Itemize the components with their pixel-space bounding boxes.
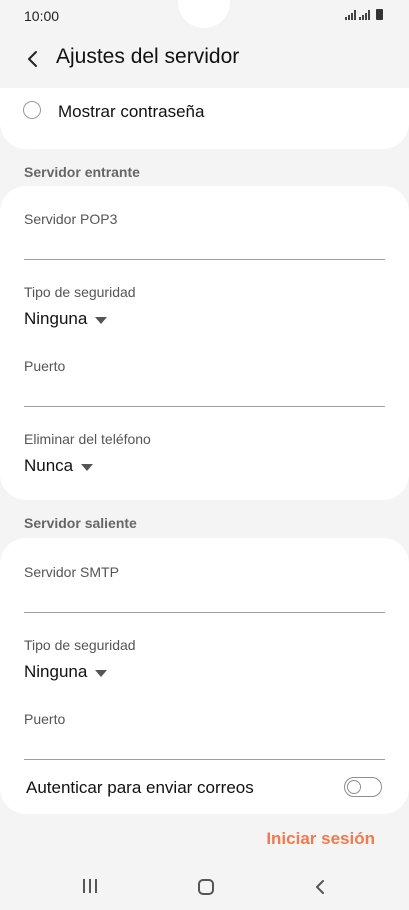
incoming-security-label: Tipo de seguridad xyxy=(24,284,136,300)
outgoing-port-input[interactable] xyxy=(24,733,385,760)
outgoing-security-value: Ninguna xyxy=(24,662,88,681)
auth-send-toggle[interactable] xyxy=(344,777,382,797)
status-icons xyxy=(345,9,383,20)
pop3-server-label: Servidor POP3 xyxy=(24,211,118,227)
auth-send-label: Autenticar para enviar correos xyxy=(26,778,254,797)
navigation-bar xyxy=(0,862,409,910)
recent-apps-icon[interactable] xyxy=(83,879,97,893)
delete-from-phone-label: Eliminar del teléfono xyxy=(24,431,151,447)
sign-in-button[interactable]: Iniciar sesión xyxy=(266,829,375,849)
back-icon[interactable] xyxy=(313,877,327,897)
chevron-left-icon xyxy=(28,51,37,67)
delete-from-phone-value: Nunca xyxy=(24,456,74,475)
home-icon[interactable] xyxy=(198,879,214,895)
camera-notch xyxy=(178,0,230,28)
delete-from-phone-dropdown[interactable]: Nunca xyxy=(24,456,94,476)
show-password-card: Mostrar contraseña xyxy=(0,88,409,149)
battery-icon xyxy=(376,9,383,20)
show-password-label[interactable]: Mostrar contraseña xyxy=(58,102,204,122)
signal-icon xyxy=(345,10,356,20)
outgoing-section-header: Servidor saliente xyxy=(24,515,137,531)
outgoing-security-label: Tipo de seguridad xyxy=(24,637,136,653)
back-button[interactable] xyxy=(22,46,46,72)
incoming-security-dropdown[interactable]: Ninguna xyxy=(24,309,108,329)
incoming-server-card: Servidor POP3 Tipo de seguridad Ninguna … xyxy=(0,186,409,500)
pop3-server-input[interactable] xyxy=(24,233,385,260)
caret-down-icon xyxy=(95,669,108,677)
smtp-server-input[interactable] xyxy=(24,586,385,613)
outgoing-server-card: Servidor SMTP Tipo de seguridad Ninguna … xyxy=(0,538,409,814)
incoming-security-value: Ninguna xyxy=(24,309,88,328)
app-bar: Ajustes del servidor xyxy=(0,32,409,88)
status-time: 10:00 xyxy=(24,8,60,24)
caret-down-icon xyxy=(95,316,108,324)
incoming-section-header: Servidor entrante xyxy=(24,164,140,180)
outgoing-security-dropdown[interactable]: Ninguna xyxy=(24,662,108,682)
page-title: Ajustes del servidor xyxy=(56,45,240,68)
incoming-port-label: Puerto xyxy=(24,358,66,374)
smtp-server-label: Servidor SMTP xyxy=(24,564,119,580)
signal-icon-2 xyxy=(359,10,370,20)
caret-down-icon xyxy=(81,463,94,471)
status-bar: 10:00 xyxy=(0,0,409,32)
incoming-port-input[interactable] xyxy=(24,380,385,407)
toggle-knob xyxy=(347,779,361,794)
radio-unchecked-icon[interactable] xyxy=(23,101,41,119)
outgoing-port-label: Puerto xyxy=(24,711,66,727)
